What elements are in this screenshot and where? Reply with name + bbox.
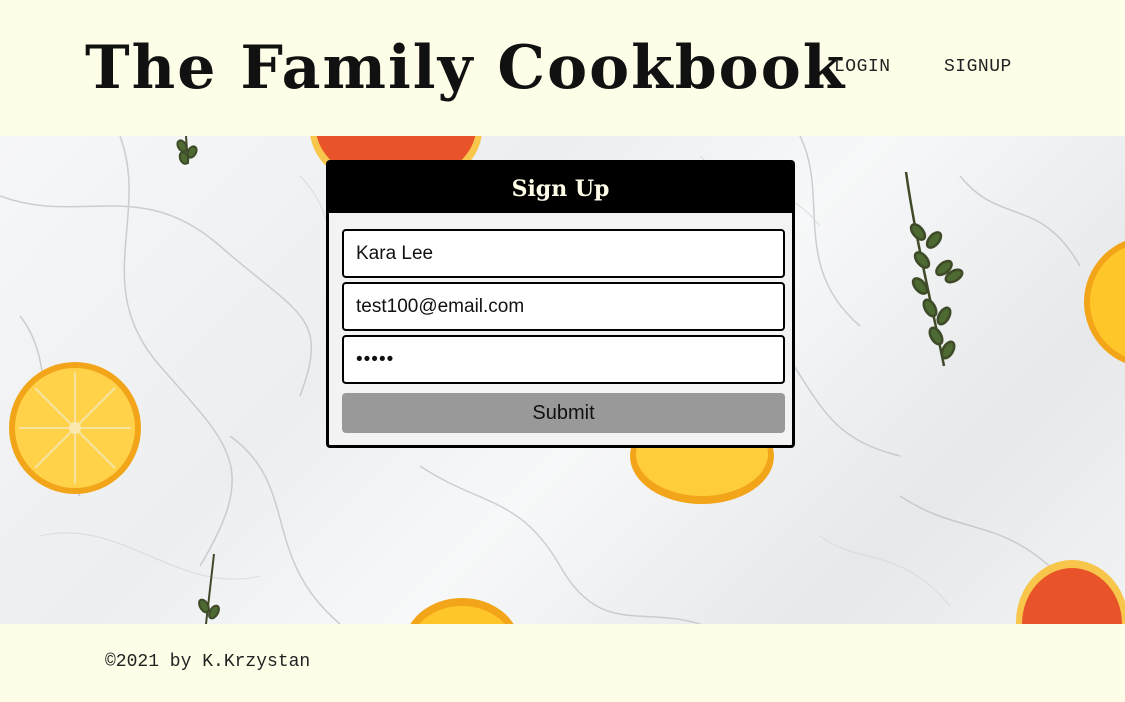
orange-slice-bottom bbox=[410, 598, 514, 624]
nav-login-link[interactable]: LOGIN bbox=[834, 57, 891, 77]
email-field[interactable] bbox=[342, 282, 785, 331]
orange-slice-left bbox=[9, 362, 141, 494]
grapefruit-slice-bottom bbox=[1016, 560, 1125, 624]
signup-title: Sign Up bbox=[329, 163, 792, 213]
nav-signup-link[interactable]: SIGNUP bbox=[944, 57, 1012, 77]
name-field[interactable] bbox=[342, 229, 785, 278]
password-field[interactable] bbox=[342, 335, 785, 384]
site-title: The Family Cookbook bbox=[85, 33, 847, 103]
hero-background: Sign Up Submit bbox=[0, 136, 1125, 624]
signup-card: Sign Up Submit bbox=[326, 160, 795, 448]
thyme-sprig bbox=[176, 136, 198, 165]
copyright-text: ©2021 by K.Krzystan bbox=[105, 652, 311, 672]
submit-button[interactable]: Submit bbox=[342, 393, 785, 433]
orange-slice-right bbox=[1084, 240, 1125, 364]
site-footer: ©2021 by K.Krzystan bbox=[0, 624, 1125, 702]
site-header: The Family Cookbook LOGIN SIGNUP bbox=[0, 0, 1125, 136]
thyme-sprig-right bbox=[904, 171, 964, 367]
